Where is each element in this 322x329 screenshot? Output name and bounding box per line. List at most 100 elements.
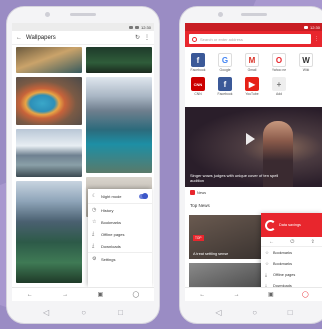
menu-item[interactable]: ⤓ Offline pages bbox=[261, 269, 322, 280]
play-icon[interactable] bbox=[246, 133, 255, 145]
menu-toolbar: ← ⏻ ⇪ bbox=[261, 237, 322, 247]
share-icon[interactable]: ⇪ bbox=[311, 239, 315, 245]
page-title: Wallpapers bbox=[26, 34, 56, 41]
address-placeholder: Search or enter address bbox=[200, 36, 243, 42]
back-key-icon[interactable]: ◁ bbox=[215, 309, 221, 317]
speed-dial-logo-icon: f bbox=[218, 77, 232, 91]
wallpaper-tile[interactable] bbox=[16, 77, 82, 125]
news-source: News bbox=[190, 190, 206, 195]
speed-dial-logo-icon: + bbox=[272, 77, 286, 91]
download-icon: ⤓ bbox=[92, 231, 95, 237]
featured-video[interactable]: Singer wows judges with unique cover of … bbox=[185, 107, 322, 187]
download-icon: ⤓ bbox=[265, 272, 267, 277]
speed-dial-wiki[interactable]: W Wiki bbox=[294, 53, 318, 72]
speed-dial-logo-icon: M bbox=[245, 53, 259, 67]
back-key-icon[interactable]: ◁ bbox=[43, 309, 49, 317]
clock-icon: ◷ bbox=[92, 207, 97, 213]
menu-item[interactable]: ☆ Bookmarks bbox=[261, 258, 322, 269]
address-bar[interactable]: Search or enter address bbox=[189, 34, 311, 44]
speed-dial-label: Gmail bbox=[247, 68, 257, 72]
status-bar: 12:30 bbox=[185, 23, 322, 31]
speed-dial-label: Yahoo ne bbox=[271, 68, 287, 72]
speed-dial-logo-icon: ▶ bbox=[245, 77, 259, 91]
forward-icon[interactable]: → bbox=[62, 292, 68, 298]
back-icon[interactable]: ← bbox=[199, 292, 205, 298]
bottom-toolbar: ← → ▣ ◯ bbox=[185, 287, 322, 301]
browser-screen: 12:30 Search or enter address ⋮ f Faceboo… bbox=[185, 23, 322, 301]
back-icon[interactable]: ← bbox=[27, 292, 33, 298]
speed-dial-label: Facebook bbox=[217, 92, 233, 96]
section-title: Top News bbox=[190, 203, 210, 208]
wallpaper-tile[interactable] bbox=[16, 181, 82, 283]
status-bar: 12:30 bbox=[12, 23, 154, 31]
wallpaper-tile[interactable] bbox=[86, 47, 152, 73]
speed-dial-google[interactable]: G Google bbox=[213, 53, 237, 72]
data-savings-ring-icon bbox=[265, 219, 276, 231]
more-vert-icon[interactable]: ⋮ bbox=[314, 36, 319, 42]
speaker bbox=[70, 13, 96, 16]
card-caption: A treat settling sense bbox=[193, 252, 229, 256]
speed-dial-label: Facebook bbox=[190, 68, 206, 72]
data-savings-header[interactable]: Data savings bbox=[261, 213, 322, 237]
speed-dial-label: Wiki bbox=[302, 68, 310, 72]
star-icon: ☆ bbox=[92, 219, 97, 225]
moon-icon: ☾ bbox=[92, 193, 97, 199]
speed-dial-facebook[interactable]: f Facebook bbox=[186, 53, 210, 72]
home-key-icon[interactable]: ○ bbox=[81, 309, 86, 317]
refresh-icon[interactable]: ↻ bbox=[135, 34, 140, 41]
back-icon[interactable]: ← bbox=[269, 239, 274, 245]
back-arrow-icon[interactable]: ← bbox=[16, 35, 22, 41]
settings-item[interactable]: ⚙ Settings bbox=[88, 253, 152, 265]
wallpaper-tile[interactable] bbox=[16, 129, 82, 177]
speed-dial-logo-icon: CNN bbox=[191, 77, 205, 91]
speed-dial-label: YouTube bbox=[245, 92, 259, 96]
app-bar: ← Wallpapers ↻ ⋮ bbox=[12, 31, 154, 45]
opera-menu-icon[interactable]: ◯ bbox=[302, 291, 309, 298]
recents-key-icon[interactable]: □ bbox=[118, 309, 123, 317]
camera bbox=[218, 12, 223, 17]
right-phone: 12:30 Search or enter address ⋮ f Faceboo… bbox=[179, 6, 322, 324]
home-key-icon[interactable]: ○ bbox=[252, 309, 257, 317]
hardware-keys: ◁ ○ □ bbox=[7, 309, 159, 317]
left-phone: 12:30 ← Wallpapers ↻ ⋮ ☾ Night mode ◷ Hi… bbox=[6, 6, 160, 324]
bottom-toolbar: ← → ▣ ◯ bbox=[12, 287, 154, 301]
hardware-keys: ◁ ○ □ bbox=[180, 309, 322, 317]
address-bar-area: Search or enter address ⋮ bbox=[185, 31, 322, 47]
options-sheet: ☾ Night mode ◷ History ☆ Bookmarks ⤓ Off… bbox=[88, 189, 152, 287]
news-card[interactable]: TOP A treat settling sense bbox=[189, 215, 265, 259]
speed-dial-gmail[interactable]: M Gmail bbox=[240, 53, 264, 72]
power-icon[interactable]: ⏻ bbox=[290, 239, 294, 245]
history-item[interactable]: ◷ History bbox=[88, 204, 152, 216]
wallpaper-tile[interactable] bbox=[86, 77, 152, 173]
video-caption: Singer wows judges with unique cover of … bbox=[190, 173, 279, 183]
tabs-icon[interactable]: ▣ bbox=[268, 291, 274, 298]
bookmarks-item[interactable]: ☆ Bookmarks bbox=[88, 216, 152, 228]
night-mode-item[interactable]: ☾ Night mode bbox=[88, 189, 152, 203]
more-vert-icon[interactable]: ⋮ bbox=[144, 34, 150, 41]
night-mode-toggle[interactable] bbox=[139, 192, 148, 199]
star-icon: ☆ bbox=[265, 249, 270, 255]
opera-logo-icon bbox=[192, 36, 197, 42]
download-icon: ⤓ bbox=[92, 243, 95, 249]
speed-dial-label: Google bbox=[219, 68, 231, 72]
star-icon: ☆ bbox=[265, 260, 270, 266]
speed-dial-facebook[interactable]: f Facebook bbox=[213, 77, 237, 96]
offline-pages-item[interactable]: ⤓ Offline pages bbox=[88, 228, 152, 240]
menu-item[interactable]: ☆ Bookmarks bbox=[261, 247, 322, 258]
speed-dial-logo-icon: f bbox=[191, 53, 205, 67]
wallpaper-tile[interactable] bbox=[16, 47, 82, 73]
opera-menu-icon[interactable]: ◯ bbox=[133, 291, 140, 298]
forward-icon[interactable]: → bbox=[234, 292, 240, 298]
downloads-item[interactable]: ⤓ Downloads bbox=[88, 240, 152, 252]
opera-menu: Data savings ← ⏻ ⇪ ☆ Bookmarks ☆ Bookmarks… bbox=[261, 213, 322, 291]
speed-dial-yahoo-ne[interactable]: O Yahoo ne bbox=[267, 53, 291, 72]
news-card[interactable] bbox=[189, 263, 265, 289]
tabs-icon[interactable]: ▣ bbox=[97, 291, 103, 298]
speed-dial-youtube[interactable]: ▶ YouTube bbox=[240, 77, 264, 96]
speed-dial-label: Add bbox=[275, 92, 283, 96]
speed-dial-cnn[interactable]: CNN CNN bbox=[186, 77, 210, 96]
speed-dial-add[interactable]: + Add bbox=[267, 77, 291, 96]
speed-dial-logo-icon: W bbox=[299, 53, 313, 67]
recents-key-icon[interactable]: □ bbox=[288, 309, 293, 317]
wallpapers-screen: 12:30 ← Wallpapers ↻ ⋮ ☾ Night mode ◷ Hi… bbox=[12, 23, 154, 301]
